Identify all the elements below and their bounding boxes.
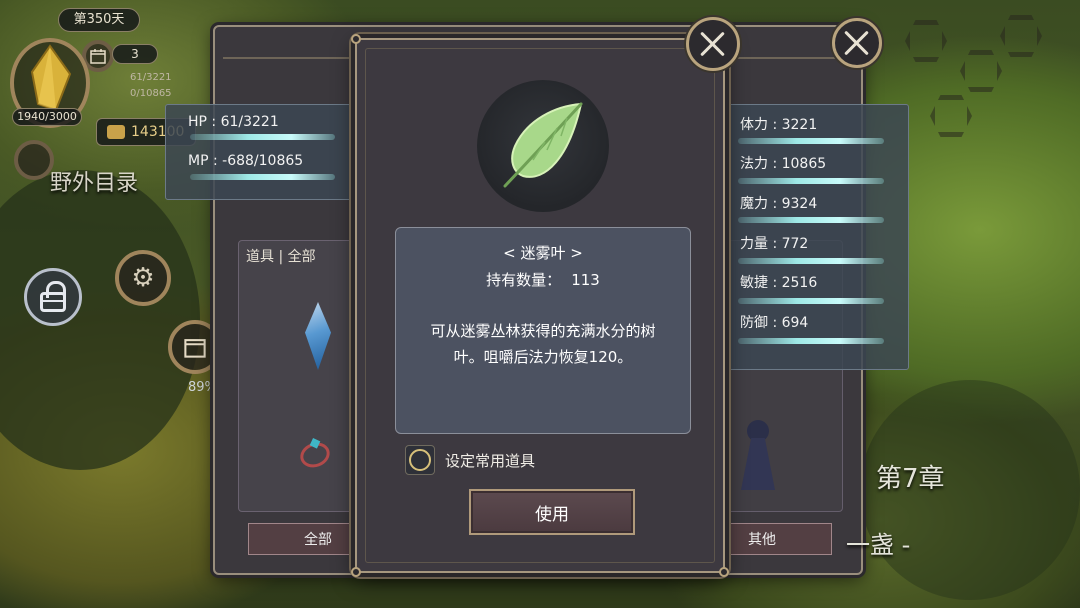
item-count-label: 持有数量： <box>486 271 562 289</box>
hex-pattern <box>1000 15 1042 57</box>
map-icon[interactable] <box>14 140 54 180</box>
mp-bar <box>190 174 335 180</box>
chapter-title: 第7章 <box>876 464 945 494</box>
settings-button[interactable]: ⚙ <box>115 250 171 306</box>
leaf-icon <box>503 102 583 188</box>
close-icon <box>843 29 871 57</box>
set-common-checkbox[interactable] <box>405 445 435 475</box>
hex-pattern <box>930 95 972 137</box>
tab-other-label: 其他 <box>748 532 776 548</box>
lock-button[interactable] <box>24 268 82 326</box>
chapter-subtitle: 一盏 - <box>846 531 911 559</box>
set-common-label: 设定常用道具 <box>445 451 536 470</box>
attr-magic: 魔力 : 9324 <box>740 196 818 212</box>
attr-stamina-bar <box>738 138 884 144</box>
inventory-header: 道具 | 全部 <box>246 249 316 265</box>
xp-counter: 1940/3000 <box>12 108 82 126</box>
item-name: < 迷雾叶 > <box>503 244 583 262</box>
hp-bar <box>190 134 335 140</box>
character-figure <box>733 420 783 500</box>
item-detail-dialog: < 迷雾叶 > 持有数量： 113 可从迷雾丛林获得的充满水分的树叶。咀嚼后法力恢… <box>351 34 729 577</box>
hp-mini: 61/3221 <box>130 72 172 83</box>
crystal-icon <box>30 44 72 112</box>
item-count: 持有数量： 113 <box>396 269 690 290</box>
xp-value: 1940/3000 <box>17 110 77 123</box>
mp-mini: 0/10865 <box>130 88 172 99</box>
attr-magic-bar <box>738 217 884 223</box>
hex-pattern <box>905 20 947 62</box>
use-button-label: 使用 <box>535 504 569 525</box>
calendar-count-value: 3 <box>131 47 139 61</box>
calendar-count: 3 <box>112 44 158 64</box>
close-icon <box>699 30 727 58</box>
dialog-close-button[interactable] <box>686 17 740 71</box>
hex-pattern <box>960 50 1002 92</box>
region-title: 野外目录 <box>50 171 139 196</box>
tree-trunk-shadow <box>0 170 200 470</box>
lock-icon <box>40 281 66 312</box>
storage-close-button[interactable] <box>832 18 882 68</box>
frame-corner <box>351 34 361 44</box>
tab-all-label: 全部 <box>304 532 332 548</box>
item-icon-frame <box>477 80 609 212</box>
attr-defense: 防御 : 694 <box>740 315 809 331</box>
day-label: 第350天 <box>73 12 125 27</box>
attr-agility: 敏捷 : 2516 <box>740 275 818 291</box>
frame-corner <box>351 567 361 577</box>
item-count-value: 113 <box>571 271 600 289</box>
calendar-icon <box>184 339 206 358</box>
hp-label: HP : 61/3221 <box>188 114 279 130</box>
item-description: 可从迷雾丛林获得的充满水分的树叶。咀嚼后法力恢复120。 <box>430 322 656 366</box>
attr-mana-bar <box>738 178 884 184</box>
attr-mana: 法力 : 10865 <box>740 156 827 172</box>
set-common-item-row[interactable]: 设定常用道具 <box>405 445 535 475</box>
gold-icon <box>107 125 125 139</box>
attr-strength-bar <box>738 258 884 264</box>
attr-strength: 力量 : 772 <box>740 236 809 252</box>
day-counter: 第350天 <box>58 8 140 32</box>
use-button[interactable]: 使用 <box>469 489 635 535</box>
attr-agility-bar <box>738 298 884 304</box>
attr-stamina: 体力 : 3221 <box>740 117 818 133</box>
frame-corner <box>719 567 729 577</box>
item-description-box: < 迷雾叶 > 持有数量： 113 可从迷雾丛林获得的充满水分的树叶。咀嚼后法力恢… <box>395 227 691 434</box>
circle-toggle-icon <box>409 449 431 471</box>
gear-icon: ⚙ <box>131 263 155 293</box>
attr-defense-bar <box>738 338 884 344</box>
mp-label: MP : -688/10865 <box>188 153 304 169</box>
inventory-panel <box>238 240 368 512</box>
